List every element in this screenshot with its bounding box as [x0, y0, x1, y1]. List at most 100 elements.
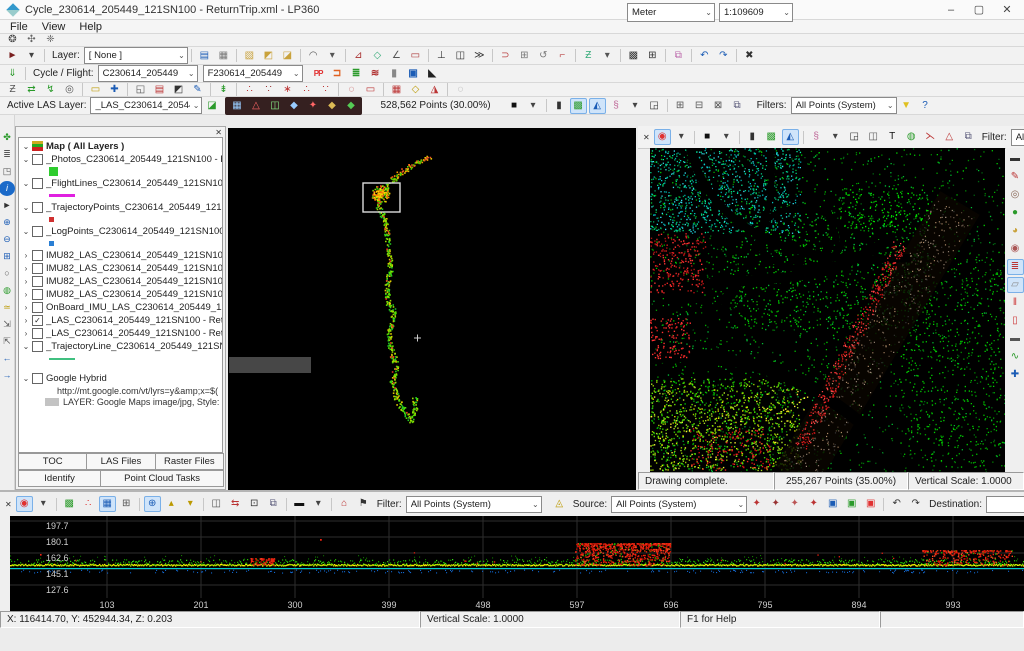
expand-icon[interactable]: ›	[21, 290, 31, 299]
layer-checkbox[interactable]: ✓	[32, 315, 43, 326]
unit-select[interactable]: Meter⌄	[627, 3, 715, 22]
tree-item[interactable]: ›IMU82_LAS_C230614_205449_121SN100 -	[21, 275, 222, 288]
globe-3d-icon[interactable]: ◍	[903, 129, 920, 145]
undo-icon[interactable]: ↶	[696, 48, 713, 64]
view-rgb-2-icon[interactable]: ▣	[843, 496, 860, 512]
digitize-line-icon[interactable]: ∠	[388, 48, 405, 64]
fit-extent-icon[interactable]: ⊡	[246, 496, 263, 512]
globe-green-icon[interactable]: ◍	[0, 283, 15, 298]
close-tool-icon[interactable]: ✖	[741, 48, 758, 64]
collapse-icon[interactable]: ⇲	[0, 317, 15, 332]
points-color-icon[interactable]: ∴	[80, 496, 97, 512]
edit-pen-icon[interactable]: ✎	[1007, 169, 1024, 185]
link-pink-icon[interactable]: ⧉	[670, 48, 687, 64]
grid-1-icon[interactable]: ⊞	[672, 98, 689, 114]
zsort-icon[interactable]: Ƶ	[4, 82, 21, 98]
points-c-icon[interactable]: ∗	[279, 82, 296, 98]
panes-icon[interactable]: ⊞	[118, 496, 135, 512]
render-globe-icon[interactable]: ❂	[4, 32, 21, 48]
panel-close-icon[interactable]: ✕	[643, 133, 650, 142]
export-green-icon[interactable]: ◆	[342, 98, 359, 114]
column-gray-icon[interactable]: ▮	[386, 66, 403, 82]
profile-filter-select[interactable]: All Points (System)⌄	[406, 496, 542, 513]
source-icon-icon[interactable]: ◬	[551, 496, 568, 512]
swap-green-icon[interactable]: ⇄	[23, 82, 40, 98]
step-up-icon[interactable]: ▴	[163, 496, 180, 512]
collapse-icon[interactable]: ⌄	[21, 203, 31, 212]
spiral-pink-icon[interactable]: §	[808, 129, 825, 145]
active-las-select[interactable]: _LAS_C230614_205449_⌄	[90, 97, 202, 114]
bar-dark-icon[interactable]: ▮	[744, 129, 761, 145]
expand-icon[interactable]: ›	[21, 303, 31, 312]
tree-item[interactable]: ⌄_LogPoints_C230614_205449_121SN100 - F	[21, 225, 222, 238]
grid-3-icon[interactable]: ⊠	[710, 98, 727, 114]
classify-a-icon[interactable]: ✦	[748, 496, 765, 512]
tree-item[interactable]: ›IMU82_LAS_C230614_205449_121SN100 -	[21, 288, 222, 301]
digitize-polygon-icon[interactable]: ◇	[369, 48, 386, 64]
tree-item[interactable]: ›✓_LAS_C230614_205449_121SN100 - Return	[21, 314, 222, 327]
expand-icon[interactable]: ›	[21, 329, 31, 338]
tree-item[interactable]: ›OnBoard_IMU_LAS_C230614_205449_121S	[21, 301, 222, 314]
spiral-dropdown-icon[interactable]: ▾	[627, 98, 644, 114]
badge-panes-icon[interactable]: ◫	[865, 129, 882, 145]
points-b-icon[interactable]: ∵	[260, 82, 277, 98]
arc-select-icon[interactable]: ◠	[305, 48, 322, 64]
collapse-icon[interactable]: ⌄	[21, 342, 31, 351]
export-red-icon[interactable]: ▤	[151, 82, 168, 98]
tab-identify[interactable]: Identify	[18, 470, 101, 487]
palette-icon[interactable]: ◕	[1007, 223, 1024, 239]
stamp-icon[interactable]: ◉	[1007, 241, 1024, 257]
stack-red-icon[interactable]: ≋	[367, 66, 384, 82]
classify-rgb-icon[interactable]: ▣	[405, 66, 422, 82]
edit-blue-icon[interactable]: ✎	[189, 82, 206, 98]
pan-sphere-icon[interactable]: ✣	[23, 32, 40, 48]
classify-c-icon[interactable]: ✦	[786, 496, 803, 512]
swatch-dropdown-icon[interactable]: ▾	[310, 496, 327, 512]
grid-rgb-icon[interactable]: ▩	[763, 129, 780, 145]
redo-icon[interactable]: ↷	[715, 48, 732, 64]
select-circle-icon[interactable]: ◌	[343, 82, 360, 98]
pyramid-red-icon[interactable]: ◮	[426, 82, 443, 98]
roof-red-icon[interactable]: ⌂	[336, 496, 353, 512]
menu-item-view[interactable]: View	[35, 21, 73, 33]
wedge-black-icon[interactable]: ◣	[424, 66, 441, 82]
wrench-icon[interactable]: ✦	[304, 98, 321, 114]
badge-yellow-icon[interactable]: ▭	[87, 82, 104, 98]
swatch-dropdown-icon[interactable]: ▾	[718, 129, 735, 145]
layer-checkbox[interactable]	[32, 373, 43, 384]
collapse-icon[interactable]: ⌄	[21, 374, 31, 383]
toc-close-icon[interactable]: ✕	[215, 128, 222, 137]
bar-dark-icon[interactable]: ▮	[551, 98, 568, 114]
import-down-icon[interactable]: ⇓	[4, 66, 21, 82]
back-icon[interactable]: ←	[0, 351, 15, 366]
folder-up-icon[interactable]: ◪	[279, 48, 296, 64]
export-gold-icon[interactable]: ◆	[323, 98, 340, 114]
map-viewport[interactable]	[228, 128, 636, 490]
layer-checkbox[interactable]	[32, 328, 43, 339]
wave-icon[interactable]: ∿	[1007, 349, 1024, 365]
screen-2-icon[interactable]: ▬	[1007, 331, 1024, 347]
tree-item[interactable]: ›IMU82_LAS_C230614_205449_121SN100 -	[21, 249, 222, 262]
expand-icon[interactable]: ›	[21, 251, 31, 260]
folder-scan-icon[interactable]: ◩	[260, 48, 277, 64]
mountain-blue-icon[interactable]: ◭	[782, 129, 799, 145]
rgb-dot-icon[interactable]: ◉	[654, 129, 671, 145]
digitize-point-icon[interactable]: ⊿	[350, 48, 367, 64]
classify-d-icon[interactable]: ✦	[805, 496, 822, 512]
tree-item[interactable]: ›_LAS_C230614_205449_121SN100 - Return	[21, 327, 222, 340]
tree-item[interactable]: ⌄Google Hybrid	[21, 372, 222, 385]
cycle-red-icon[interactable]: ⇆	[227, 496, 244, 512]
filters-select[interactable]: All Points (System)⌄	[791, 97, 897, 114]
step-down-icon[interactable]: ▾	[182, 496, 199, 512]
rgb-ball-icon[interactable]: ●	[1007, 205, 1024, 221]
mountain-blue-icon[interactable]: ◭	[589, 98, 606, 114]
view3d-viewport[interactable]	[650, 148, 1005, 472]
tools-blue-icon[interactable]: ✚	[106, 82, 123, 98]
route-corner-icon[interactable]: ⌐	[554, 48, 571, 64]
points-d-icon[interactable]: ∴	[298, 82, 315, 98]
classify-z-icon[interactable]: Ƶ	[580, 48, 597, 64]
spiral-dropdown-icon[interactable]: ▾	[827, 129, 844, 145]
layer-checkbox[interactable]	[32, 341, 43, 352]
swatch-dropdown-icon[interactable]: ▾	[525, 98, 542, 114]
badge-panes-icon[interactable]: ◫	[208, 496, 225, 512]
